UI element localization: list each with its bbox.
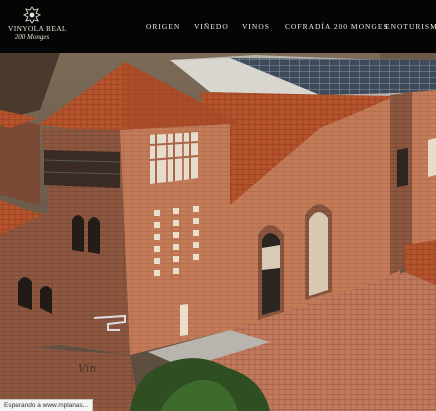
svg-text:Vin: Vin [78,362,96,375]
browser-status-bar: Esperando a www.mplanas... [0,399,94,411]
crest-icon [22,6,42,24]
menu-item-cofradia[interactable]: COFRADÍA 200 MONGES [285,21,389,33]
brand-name: VINYOLA REAL [8,24,67,33]
top-navigation-bar: VINYOLA REAL 200 Monges ORIGEN VIÑEDO VI… [0,0,436,53]
menu-item-vinedo[interactable]: VIÑEDO [194,21,229,33]
brand-logo[interactable]: VINYOLA REAL 200 Monges [8,6,67,41]
menu-item-enoturismo[interactable]: ENOTURISMO [385,21,436,33]
brand-subtitle: 200 Monges [14,33,50,41]
hero-photo: Vin [0,53,436,411]
menu-item-vinos[interactable]: VINOS [242,21,270,33]
menu-item-origen[interactable]: ORIGEN [146,21,180,33]
